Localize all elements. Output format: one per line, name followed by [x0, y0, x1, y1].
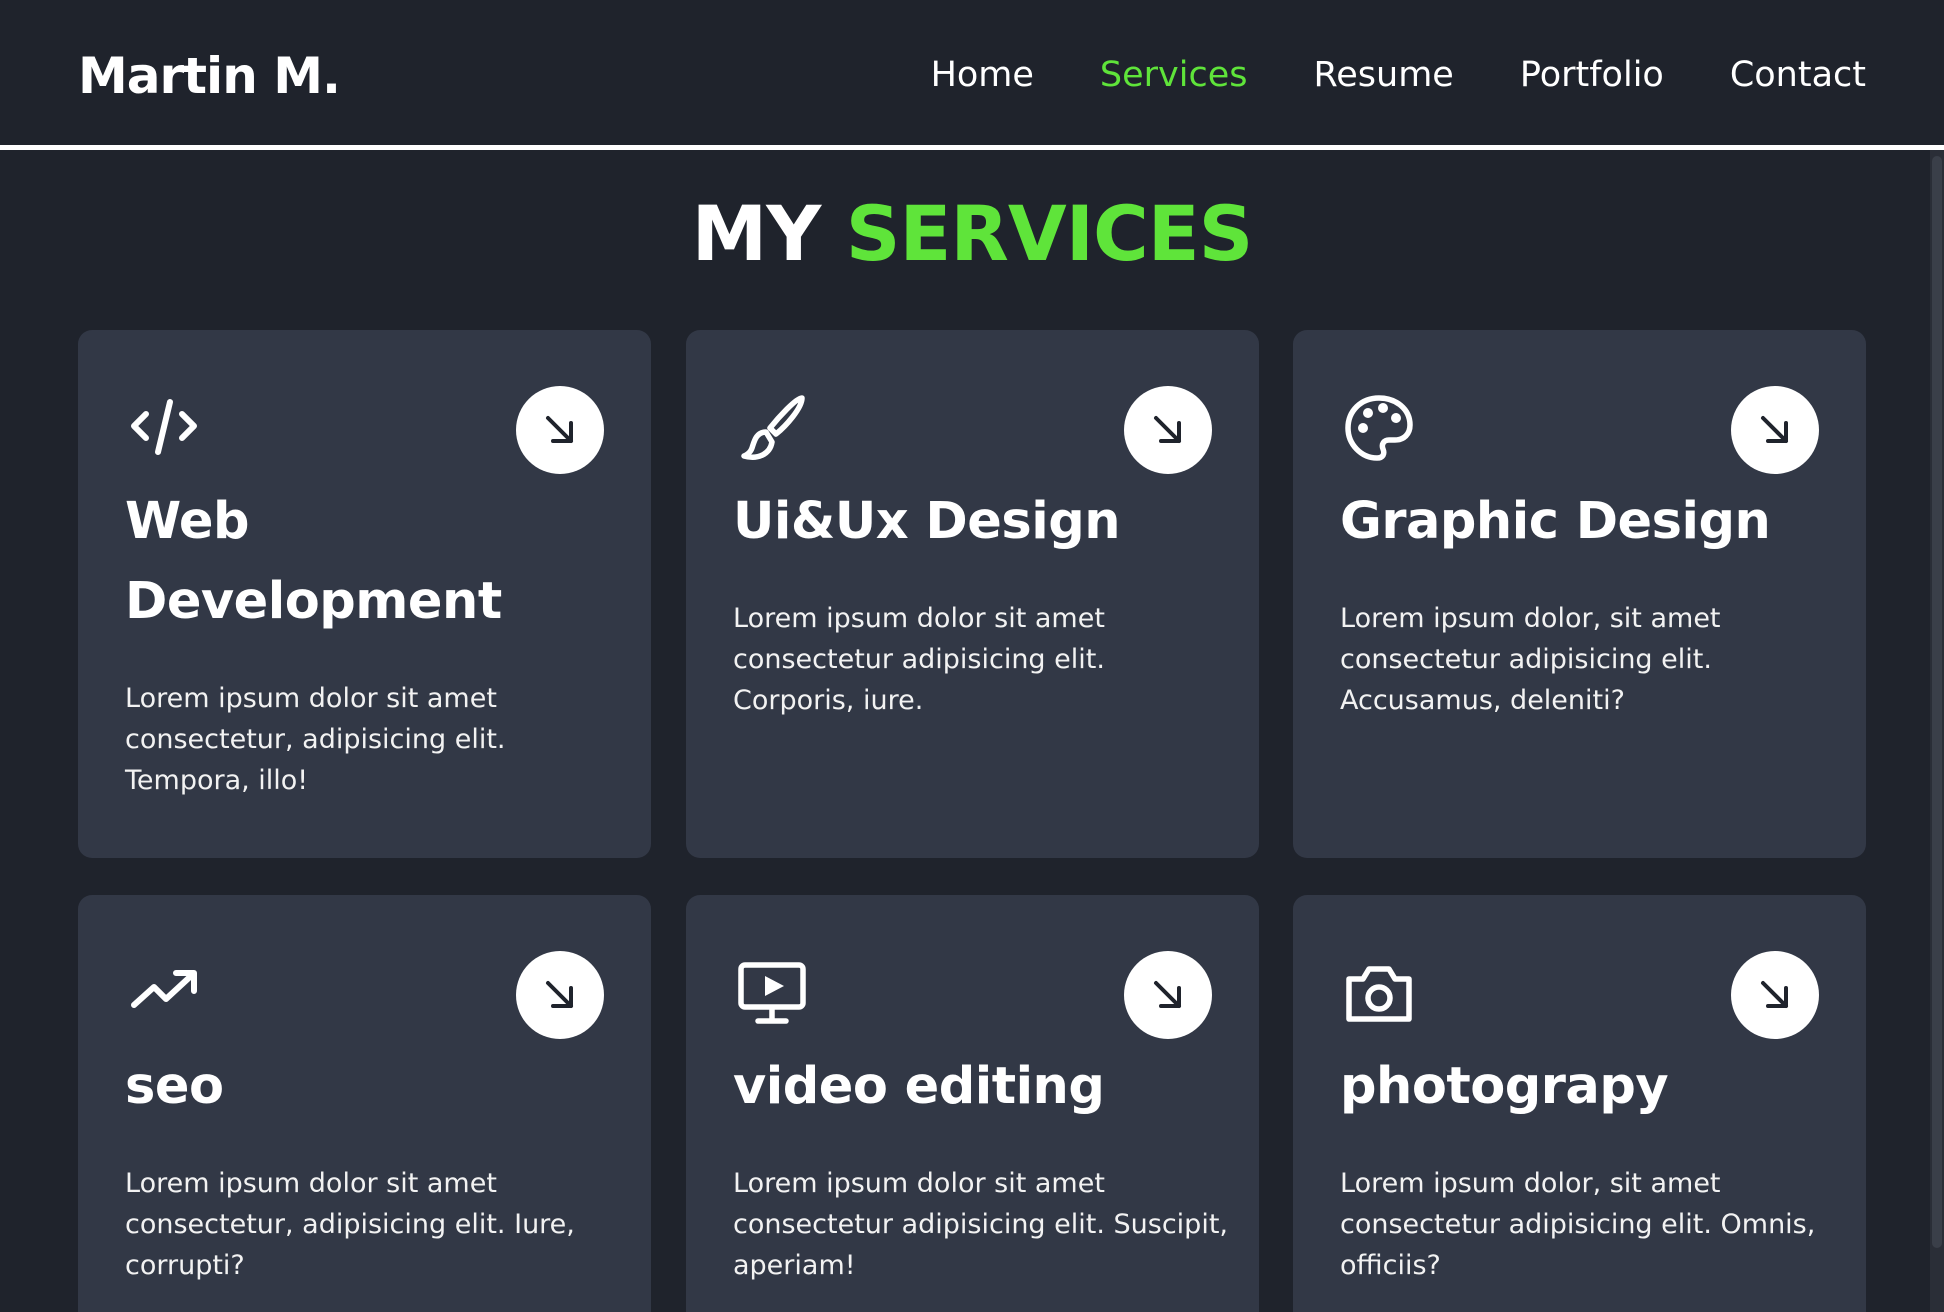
card-title: Graphic Design [1340, 492, 1771, 551]
card-arrow-button[interactable] [1731, 386, 1819, 474]
palette-icon [1343, 392, 1415, 464]
section-title: MY SERVICES [0, 188, 1944, 280]
nav-home[interactable]: Home [931, 48, 1034, 103]
nav-contact[interactable]: Contact [1730, 48, 1866, 103]
site-logo[interactable]: Martin M. [78, 40, 341, 112]
card-title: video editing [733, 1057, 1105, 1116]
section-title-prefix: MY [691, 189, 822, 278]
card-description: Lorem ipsum dolor sit amet consectetur a… [733, 603, 1105, 716]
section-title-accent: SERVICES [845, 189, 1254, 278]
card-arrow-button[interactable] [1731, 951, 1819, 1039]
card-title: photograpy [1340, 1057, 1669, 1116]
arrow-down-right-icon [1761, 981, 1788, 1008]
site-header: Martin M. Home Services Resume Portfolio… [0, 0, 1944, 150]
service-card-photography: photograpy Lorem ipsum dolor, sit amet c… [1293, 895, 1866, 1312]
scrollbar-thumb[interactable] [1932, 156, 1942, 1248]
service-card-web-development: Web Development Lorem ipsum dolor sit am… [78, 330, 651, 858]
nav-services[interactable]: Services [1100, 48, 1248, 103]
arrow-down-right-icon [1154, 416, 1181, 443]
code-icon [128, 392, 200, 464]
video-screen-icon [736, 957, 808, 1029]
trending-up-icon [128, 957, 200, 1029]
card-arrow-button[interactable] [1124, 951, 1212, 1039]
card-description: Lorem ipsum dolor sit amet consectetur, … [125, 683, 506, 796]
service-card-video-editing: video editing Lorem ipsum dolor sit amet… [686, 895, 1259, 1312]
card-description: Lorem ipsum dolor sit amet consectetur a… [733, 1168, 1228, 1281]
nav-portfolio[interactable]: Portfolio [1520, 48, 1664, 103]
card-title: Web Development [125, 492, 502, 631]
card-description: Lorem ipsum dolor, sit amet consectetur … [1340, 1168, 1816, 1281]
main-nav: Home Services Resume Portfolio Contact [931, 48, 1866, 103]
arrow-down-right-icon [546, 981, 573, 1008]
paintbrush-icon [736, 392, 808, 464]
card-arrow-button[interactable] [516, 386, 604, 474]
nav-resume[interactable]: Resume [1314, 48, 1454, 103]
service-card-graphic-design: Graphic Design Lorem ipsum dolor, sit am… [1293, 330, 1866, 858]
card-arrow-button[interactable] [1124, 386, 1212, 474]
service-card-seo: seo Lorem ipsum dolor sit amet consectet… [78, 895, 651, 1312]
card-description: Lorem ipsum dolor sit amet consectetur, … [125, 1168, 575, 1281]
services-page: Martin M. Home Services Resume Portfolio… [0, 0, 1944, 1312]
arrow-down-right-icon [1761, 416, 1788, 443]
card-title: seo [125, 1057, 224, 1116]
service-card-uiux-design: Ui&Ux Design Lorem ipsum dolor sit amet … [686, 330, 1259, 858]
card-title: Ui&Ux Design [733, 492, 1121, 551]
card-arrow-button[interactable] [516, 951, 604, 1039]
arrow-down-right-icon [1154, 981, 1181, 1008]
card-description: Lorem ipsum dolor, sit amet consectetur … [1340, 603, 1721, 716]
arrow-down-right-icon [546, 416, 573, 443]
camera-icon [1343, 957, 1415, 1029]
